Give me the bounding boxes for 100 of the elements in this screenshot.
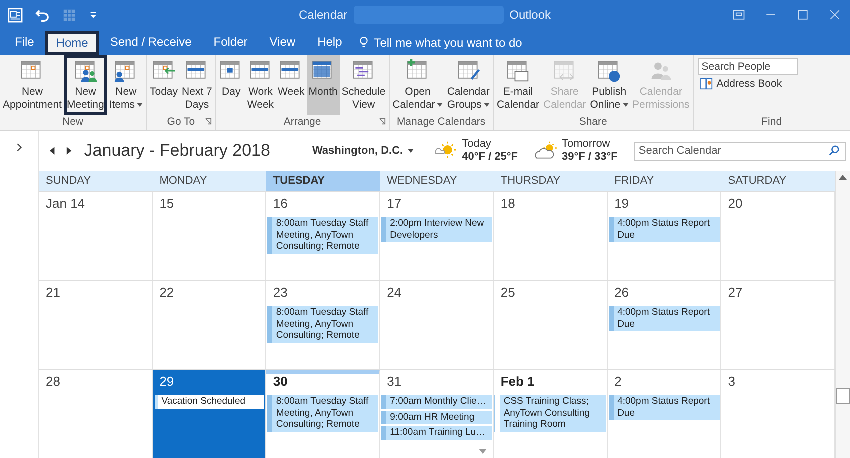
weekday-header: THURSDAY [500,174,562,189]
tell-me-field[interactable]: Tell me what you want to do [374,36,522,50]
date-label: 2 [614,374,623,389]
calendar-event[interactable]: Vacation Scheduled [154,395,264,408]
dropdown-icon [622,103,629,108]
date-range-title: January - February 2018 [84,141,270,161]
dialog-launcher-icon[interactable] [205,118,212,125]
day-cell[interactable]: 31 7:00am Monthly Clie… 9:00am HR Meeting 11:00am Training Lu… [380,370,494,458]
date-label: 16 [273,196,289,211]
group-label: Manage Calendars [396,116,486,128]
date-label: 23 [273,285,289,300]
ribbon-button[interactable]: Publish Online [588,55,631,115]
location-dropdown[interactable]: Washington, D.C. [312,145,414,157]
undo-icon[interactable] [35,8,50,22]
menu-tab[interactable]: Send / Receive [99,30,203,55]
scrollbar[interactable] [835,171,850,458]
search-icon[interactable] [829,145,840,156]
lightbulb-icon [359,36,370,49]
day-cell[interactable]: 15 [152,192,266,280]
date-label: 27 [728,285,744,300]
ribbon-button[interactable]: Today [148,55,180,115]
day-cell[interactable]: 21 [39,281,153,369]
date-label: 21 [46,285,62,300]
search-people-field[interactable]: Search People [698,58,798,75]
ribbon-button[interactable]: Day [217,55,246,115]
date-label: 28 [46,374,62,389]
ribbon-button[interactable]: Next 7 Days [180,55,214,115]
date-label: 17 [387,196,403,211]
group-label: Arrange [284,116,322,128]
menu-tab[interactable]: View [258,30,307,55]
date-label: Jan 14 [46,196,86,211]
calendar-event[interactable]: 8:00am Tuesday Staff Meeting, AnyTown Consulting; Remote [267,306,378,342]
scroll-up-icon[interactable] [839,175,847,180]
ribbon-button[interactable]: New Meeting [64,55,108,115]
calendar-event[interactable]: 8:00am Tuesday Staff Meeting, AnyTown Consulting; Remote [267,395,378,432]
search-calendar-field[interactable]: Search Calendar [634,142,846,161]
group-label: New [62,116,84,128]
calendar-event[interactable]: 2:00pm Interview New Developers [381,217,492,242]
calendar-people-icon [74,59,98,83]
calendar-event[interactable]: 4:00pm Status Report Due [608,217,720,242]
group-label: Go To [167,116,196,128]
day-cell[interactable]: 23 8:00am Tuesday Staff Meeting, AnyTown Consulting; Remote [266,281,380,369]
day-cell[interactable]: 17 2:00pm Interview New Developers [380,192,494,280]
ribbon-button[interactable]: New Appointment [1,55,64,115]
day-cell[interactable]: 24 [380,281,494,369]
day-cell[interactable]: 22 [152,281,266,369]
ribbon-button[interactable]: E-mail Calendar [494,55,542,115]
menu-tab[interactable]: Home [45,31,100,55]
calendar-event[interactable]: 7:00am Monthly Clie… [381,395,492,408]
date-label: 29 [160,374,176,389]
day-cell[interactable]: Feb 1 CSS Training Class; AnyTown Consulting Training Room [494,370,608,458]
weekday-header: SUNDAY [45,174,92,189]
calendar-icon [597,59,622,83]
day-cell[interactable]: 30 8:00am Tuesday Staff Meeting, AnyTown Consulting; Remote [266,370,380,458]
menu-tab[interactable]: File [4,30,46,55]
calendar-event[interactable]: 4:00pm Status Report Due [608,395,720,420]
close-icon[interactable] [828,8,842,22]
day-cell[interactable]: 26 4:00pm Status Report Due [608,281,722,369]
cloud-sun-icon [534,141,558,161]
dialog-launcher-icon[interactable] [378,118,386,125]
ribbon-button[interactable]: New Items [107,55,145,115]
more-items-icon[interactable] [478,449,487,454]
app-icon[interactable] [8,8,23,22]
menu-tab[interactable]: Help [306,30,354,55]
ribbon-button[interactable]: Week [276,55,307,115]
weather-day: Today [462,138,518,151]
day-cell[interactable]: 19 4:00pm Status Report Due [608,192,722,280]
day-cell[interactable]: 25 [494,281,608,369]
expand-icon[interactable] [16,143,22,152]
previous-icon[interactable] [49,146,57,156]
ribbon-button[interactable]: Month [306,55,340,115]
ribbon-button[interactable]: Open Calendar [390,55,446,115]
calendar-event[interactable]: 11:00am Training Lu… [381,426,492,440]
next-icon[interactable] [64,146,72,156]
ribbon-button[interactable]: Calendar Groups [445,55,492,115]
scroll-thumb[interactable] [836,388,850,404]
maximize-icon[interactable] [796,8,810,22]
selected-day-cell[interactable]: 29 Vacation Scheduled [152,370,266,458]
day-cell[interactable]: 16 8:00am Tuesday Staff Meeting, AnyTown Consulting; Remote [266,192,380,280]
ribbon-button[interactable]: Work Week [245,55,276,115]
date-label: Feb 1 [500,374,536,389]
day-cell[interactable]: Jan 14 [39,192,153,280]
weekday-header: TUESDAY [266,171,380,191]
customize-icon[interactable] [89,10,98,20]
menu-tab[interactable]: Folder [202,30,259,55]
ribbon-button[interactable]: Schedule View [340,55,388,115]
temperature: 40°F / 25°F [462,151,518,164]
calendar-icon [456,59,481,83]
calendar-event[interactable]: 4:00pm Status Report Due [608,306,720,331]
date-label: 22 [160,285,176,300]
window-title: Calendar [298,8,348,22]
address-book-button[interactable]: Address Book [698,78,784,90]
calendar-event[interactable]: 8:00am Tuesday Staff Meeting, AnyTown Consulting; Remote [267,217,378,254]
day-cell[interactable]: 2 4:00pm Status Report Due [608,370,722,458]
date-label: 30 [273,374,289,389]
day-cell[interactable]: 18 [494,192,608,280]
calendar-event[interactable]: 9:00am HR Meeting [381,410,492,424]
date-label: 3 [728,374,737,389]
calendar-icon [552,59,577,83]
ribbon-display-icon[interactable] [732,8,746,22]
